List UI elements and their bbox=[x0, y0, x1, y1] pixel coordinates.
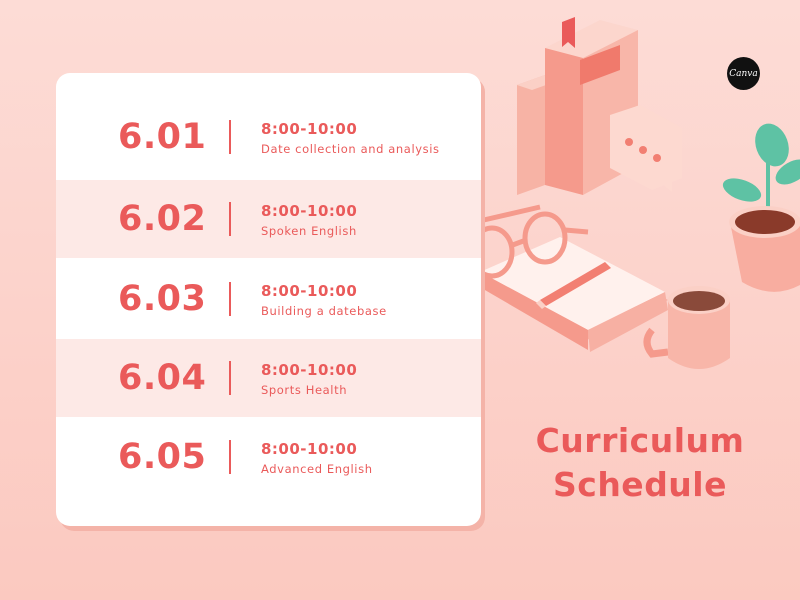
row-time: 8:00-10:00 bbox=[261, 361, 358, 379]
canva-logo: Canva bbox=[727, 57, 760, 90]
row-course: Building a datebase bbox=[261, 304, 387, 318]
row-date: 6.05 bbox=[118, 437, 207, 477]
row-time: 8:00-10:00 bbox=[261, 282, 358, 300]
row-course: Advanced English bbox=[261, 462, 373, 476]
open-book-icon bbox=[478, 237, 668, 352]
potted-plant-icon bbox=[722, 123, 800, 292]
row-divider bbox=[229, 440, 231, 474]
row-time: 8:00-10:00 bbox=[261, 202, 358, 220]
row-time: 8:00-10:00 bbox=[261, 440, 358, 458]
row-date: 6.01 bbox=[118, 117, 207, 157]
schedule-row: 6.05 8:00-10:00 Advanced English bbox=[56, 418, 481, 496]
schedule-row: 6.04 8:00-10:00 Sports Health bbox=[56, 339, 481, 417]
row-course: Date collection and analysis bbox=[261, 142, 440, 156]
row-divider bbox=[229, 282, 231, 316]
row-divider bbox=[229, 202, 231, 236]
speech-bubble-icon bbox=[610, 105, 682, 192]
heading-line-2: Schedule bbox=[552, 465, 727, 504]
schedule-row: 6.02 8:00-10:00 Spoken English bbox=[56, 180, 481, 258]
row-course: Spoken English bbox=[261, 224, 357, 238]
row-divider bbox=[229, 361, 231, 395]
canva-logo-text: Canva bbox=[729, 68, 758, 79]
row-date: 6.02 bbox=[118, 199, 207, 239]
schedule-row: 6.01 8:00-10:00 Date collection and anal… bbox=[56, 98, 481, 176]
row-date: 6.03 bbox=[118, 279, 207, 319]
schedule-card: 6.01 8:00-10:00 Date collection and anal… bbox=[56, 73, 481, 526]
row-divider bbox=[229, 120, 231, 154]
row-date: 6.04 bbox=[118, 358, 207, 398]
row-time: 8:00-10:00 bbox=[261, 120, 358, 138]
heading-line-1: Curriculum bbox=[535, 421, 745, 460]
schedule-row: 6.03 8:00-10:00 Building a datebase bbox=[56, 260, 481, 338]
row-course: Sports Health bbox=[261, 383, 348, 397]
